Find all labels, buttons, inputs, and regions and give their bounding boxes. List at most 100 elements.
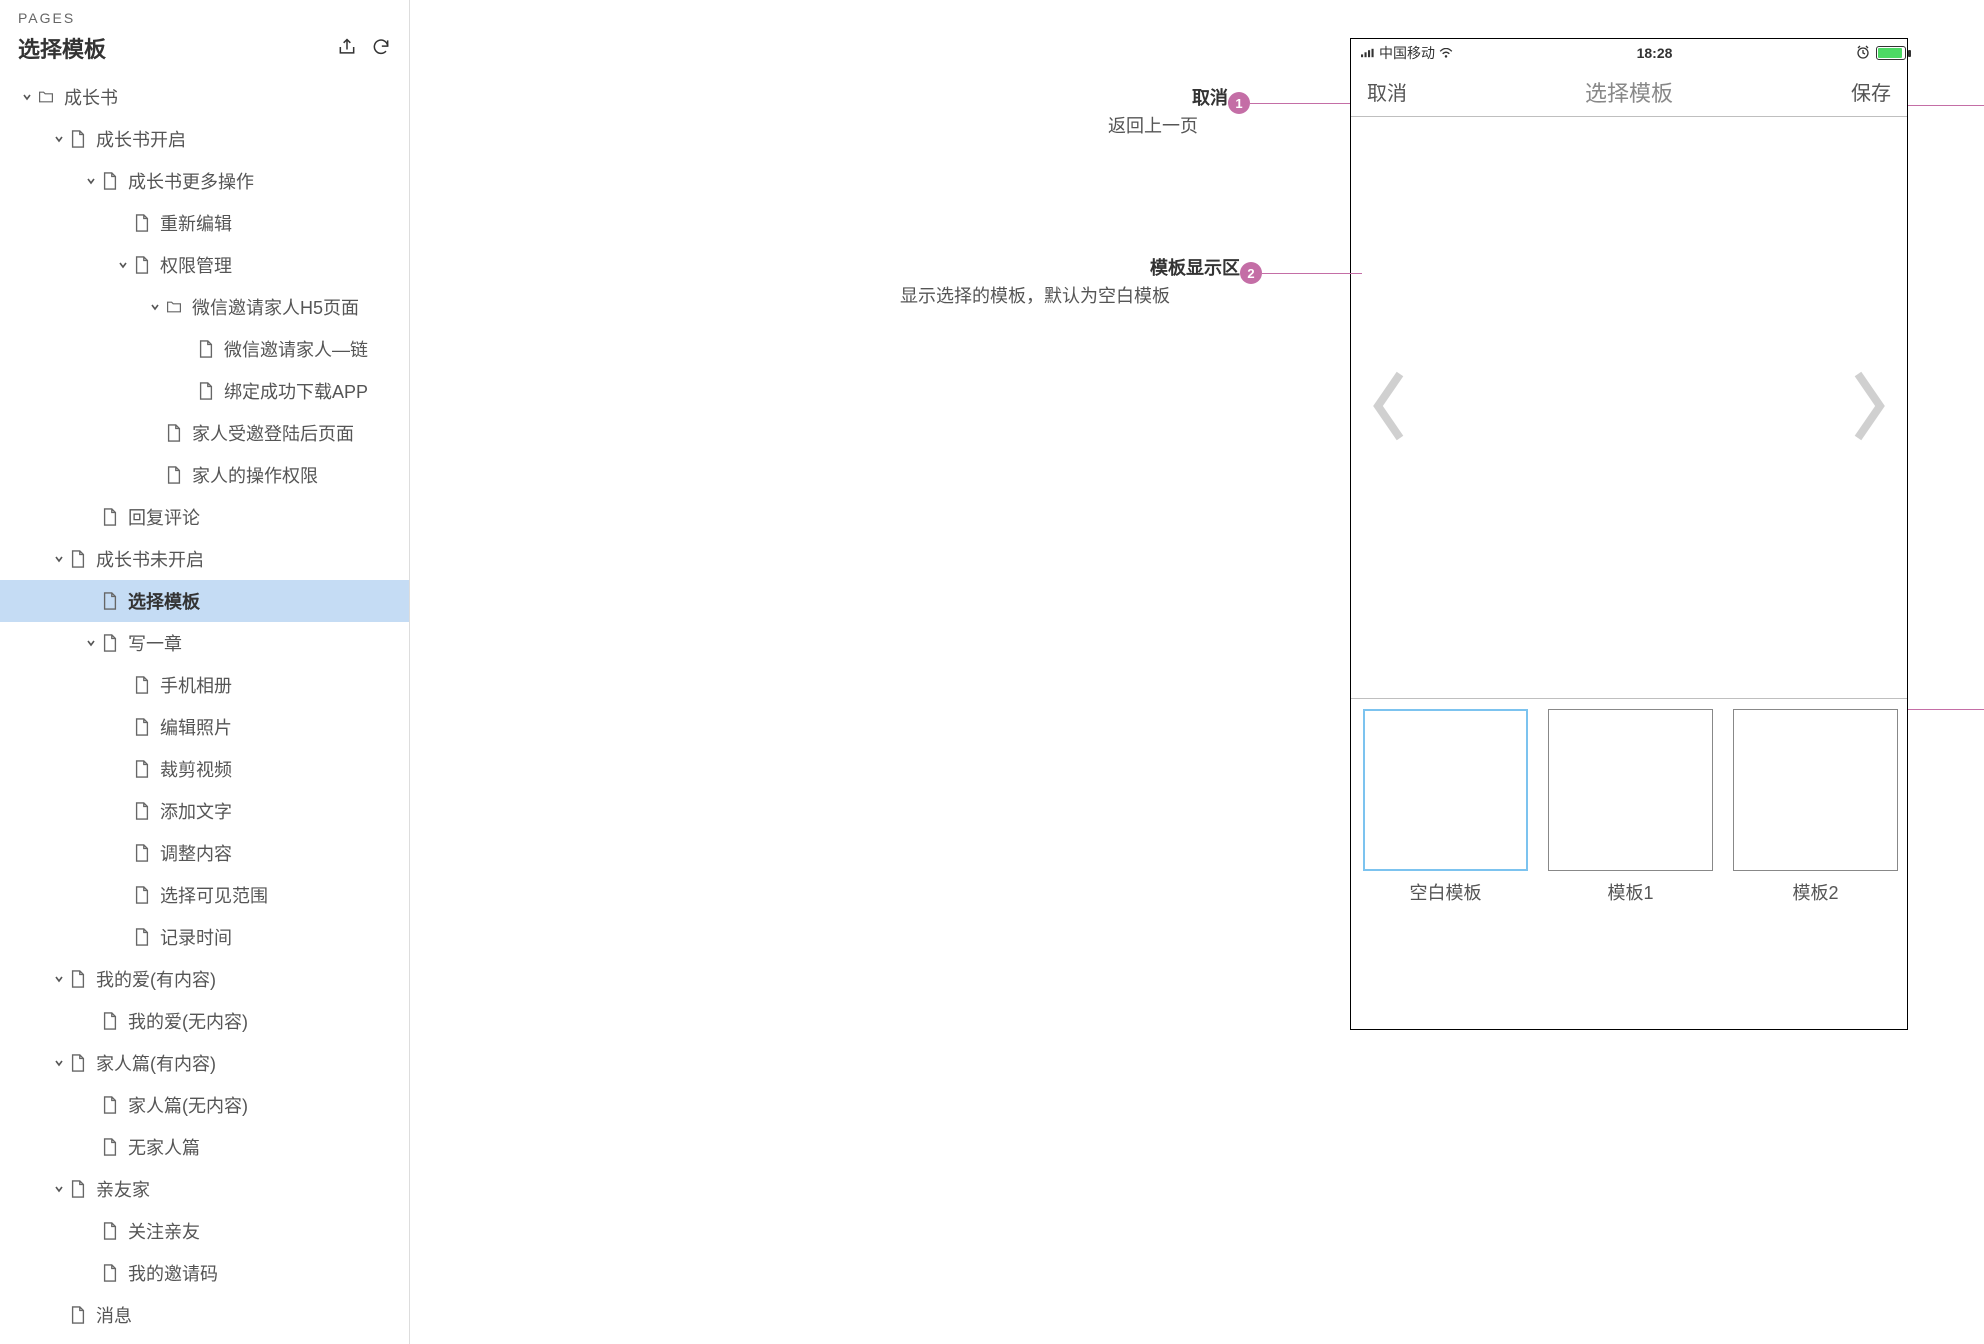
template-thumbnail[interactable] — [1363, 709, 1528, 871]
tree-item[interactable]: 亲友家 — [0, 1168, 409, 1210]
chevron-down-icon[interactable] — [82, 638, 100, 648]
tree-item[interactable]: 编辑照片 — [0, 706, 409, 748]
chevron-down-icon[interactable] — [50, 554, 68, 564]
tree-item[interactable]: 记录时间 — [0, 916, 409, 958]
tree-item-label: 选择模板 — [128, 588, 200, 614]
tree-item[interactable]: 成长书 — [0, 76, 409, 118]
chevron-down-icon[interactable] — [50, 134, 68, 144]
share-icon[interactable] — [337, 37, 357, 60]
signal-icon — [1361, 45, 1375, 61]
chevron-down-icon[interactable] — [114, 260, 132, 270]
tree-item[interactable]: 消息 — [0, 1294, 409, 1336]
callout-templates: 4 模板 点击模板，模板显示区显示对应的模板 左右滑动查看更多模板 — [1908, 690, 1984, 800]
carrier-label: 中国移动 — [1379, 43, 1435, 63]
tree-item[interactable]: 家人篇(无内容) — [0, 1084, 409, 1126]
page-icon — [132, 718, 152, 736]
tree-item-label: 成长书未开启 — [96, 546, 204, 572]
template-list[interactable]: 空白模板模板1 模板2 — [1351, 699, 1907, 905]
tree-item[interactable]: 成长书开启 — [0, 118, 409, 160]
refresh-icon[interactable] — [371, 37, 391, 60]
folder-icon — [164, 298, 184, 316]
tree-item-label: 记录时间 — [160, 924, 232, 950]
chevron-down-icon[interactable] — [50, 1058, 68, 1068]
tree-item-label: 无家人篇 — [128, 1134, 200, 1160]
tree-item[interactable]: 选择模板 — [0, 580, 409, 622]
tree-item[interactable]: 微信邀请家人H5页面 — [0, 286, 409, 328]
chevron-right-icon[interactable] — [1849, 366, 1891, 449]
page-icon — [100, 1264, 120, 1282]
tree-item-label: 手机相册 — [160, 672, 232, 698]
cancel-button[interactable]: 取消 — [1367, 77, 1407, 106]
tree-item[interactable]: 裁剪视频 — [0, 748, 409, 790]
tree-item[interactable]: 关注亲友 — [0, 1210, 409, 1252]
tree-item-label: 添加文字 — [160, 798, 232, 824]
template-thumbnail[interactable] — [1548, 709, 1713, 871]
page-icon — [132, 886, 152, 904]
tree-item-label: 编辑照片 — [160, 714, 232, 740]
tree-item[interactable]: 手机相册 — [0, 664, 409, 706]
callout-line — [1262, 273, 1362, 274]
tree-item[interactable]: 权限管理 — [0, 244, 409, 286]
alarm-icon — [1856, 45, 1870, 62]
tree-item-label: 重新编辑 — [160, 210, 232, 236]
tree-item[interactable]: 回复评论 — [0, 496, 409, 538]
tree-item-label: 成长书 — [64, 84, 118, 110]
tree-item[interactable]: 无家人篇 — [0, 1126, 409, 1168]
tree-item[interactable]: 家人篇(有内容) — [0, 1042, 409, 1084]
tree-item-label: 绑定成功下载APP — [224, 378, 368, 404]
template-thumbnail[interactable] — [1733, 709, 1898, 871]
page-icon — [68, 1306, 88, 1324]
page-icon — [68, 1054, 88, 1072]
tree-item[interactable]: 调整内容 — [0, 832, 409, 874]
page-title: 选择模板 — [18, 32, 106, 64]
tree-item[interactable]: 选择可见范围 — [0, 874, 409, 916]
chevron-down-icon[interactable] — [50, 1184, 68, 1194]
template-item[interactable]: 空白模板 — [1363, 709, 1528, 905]
page-icon — [164, 466, 184, 484]
chevron-left-icon[interactable] — [1367, 366, 1409, 449]
canvas: 中国移动 18:28 取消 选择模板 保存 — [410, 0, 1984, 1344]
template-item[interactable]: 模板1 — [1548, 709, 1713, 905]
tree-item[interactable]: 家人受邀登陆后页面 — [0, 412, 409, 454]
callout-line — [1908, 709, 1984, 710]
wifi-icon — [1439, 45, 1453, 61]
callout-badge: 1 — [1228, 92, 1250, 114]
pages-tree[interactable]: 成长书成长书开启成长书更多操作重新编辑权限管理微信邀请家人H5页面微信邀请家人—… — [0, 70, 409, 1344]
tree-item[interactable]: 家人的操作权限 — [0, 454, 409, 496]
folder-icon — [36, 88, 56, 106]
page-icon — [100, 634, 120, 652]
tree-item-label: 家人篇(有内容) — [96, 1050, 216, 1076]
tree-item-label: 裁剪视频 — [160, 756, 232, 782]
chevron-down-icon[interactable] — [146, 302, 164, 312]
tree-item[interactable]: 我的爱(无内容) — [0, 1000, 409, 1042]
tree-item[interactable]: 成长书未开启 — [0, 538, 409, 580]
status-left: 中国移动 — [1361, 43, 1453, 63]
tree-item[interactable]: 绑定成功下载APP — [0, 370, 409, 412]
page-icon — [132, 760, 152, 778]
save-button[interactable]: 保存 — [1851, 77, 1891, 106]
template-label: 模板1 — [1607, 879, 1653, 905]
page-icon — [100, 172, 120, 190]
tree-item-label: 家人受邀登陆后页面 — [192, 420, 354, 446]
tree-item[interactable]: 微信邀请家人—链 — [0, 328, 409, 370]
callout-line — [1250, 103, 1350, 104]
tree-item[interactable]: 成长书更多操作 — [0, 160, 409, 202]
template-item[interactable]: 模板2 — [1733, 709, 1898, 905]
page-icon — [68, 550, 88, 568]
tree-item-label: 写一章 — [128, 630, 182, 656]
chevron-down-icon[interactable] — [82, 176, 100, 186]
tree-item[interactable]: 重新编辑 — [0, 202, 409, 244]
tree-item-label: 权限管理 — [160, 252, 232, 278]
tree-item[interactable]: 添加文字 — [0, 790, 409, 832]
template-display-area[interactable] — [1351, 117, 1907, 699]
callout-badge: 2 — [1240, 262, 1262, 284]
tree-item[interactable]: 我的邀请码 — [0, 1252, 409, 1294]
page-icon — [68, 130, 88, 148]
page-icon — [132, 928, 152, 946]
tree-item[interactable]: 我的爱(有内容) — [0, 958, 409, 1000]
page-icon — [68, 1180, 88, 1198]
chevron-down-icon[interactable] — [50, 974, 68, 984]
tree-item-label: 我的爱(有内容) — [96, 966, 216, 992]
chevron-down-icon[interactable] — [18, 92, 36, 102]
tree-item[interactable]: 写一章 — [0, 622, 409, 664]
